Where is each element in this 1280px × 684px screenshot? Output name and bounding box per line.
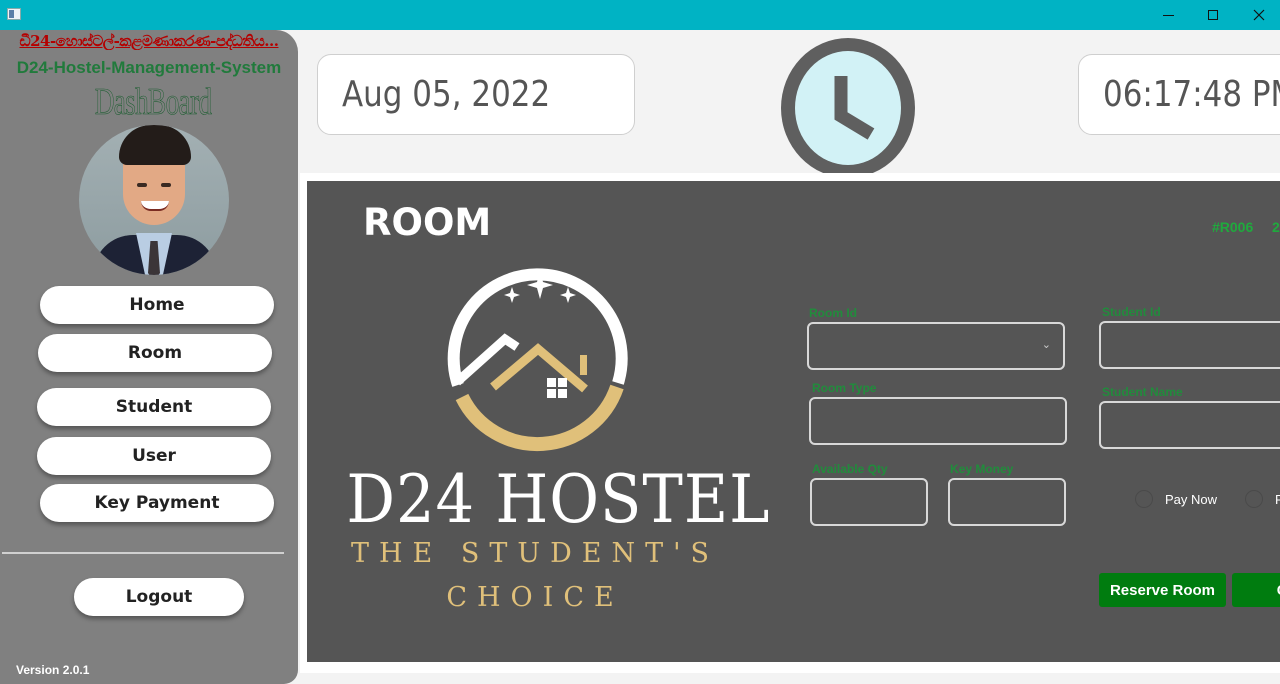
room-panel: ROOM #R006 2 D24 HOSTEL THE STUDENT'S CH… (307, 181, 1280, 662)
logo-tagline-2: CHOICE (446, 582, 624, 613)
nav-room-button[interactable]: Room (38, 334, 272, 372)
key-money-label: Key Money (950, 462, 1014, 476)
avatar (79, 125, 229, 275)
clock-icon (781, 38, 915, 178)
chevron-down-icon: ⌄ (1041, 339, 1051, 351)
room-title: ROOM (363, 201, 492, 244)
radio-circle (1135, 490, 1153, 508)
room-type-label: Room Type (812, 381, 877, 395)
student-name-field[interactable] (1099, 401, 1280, 449)
clear-button[interactable]: Clear (1232, 573, 1280, 607)
pay-later-label: Pay Later (1275, 491, 1280, 507)
time-text: 06:17:48 PM (1103, 74, 1280, 115)
system-title: D24-Hostel-Management-System (16, 58, 282, 77)
reserve-room-button[interactable]: Reserve Room (1099, 573, 1226, 607)
decorative-title: ඩී24-හොස්ටල්-කළමණාකරණ-පද්ධතිය... (19, 32, 279, 50)
student-name-label: Student Name (1102, 385, 1183, 399)
student-id-field[interactable] (1099, 321, 1280, 369)
student-id-label: Student Id (1102, 305, 1161, 319)
sidebar: ඩී24-හොස්ටල්-කළමණාකරණ-පද්ධතිය... D24-Hos… (0, 30, 298, 684)
dashboard-title: DashBoard (94, 81, 212, 123)
logo-tagline-1: THE STUDENT'S (350, 538, 720, 569)
pay-now-radio[interactable]: Pay Now (1135, 490, 1217, 508)
date-text: Aug 05, 2022 (342, 74, 551, 115)
radio-circle (1245, 490, 1263, 508)
reservation-date: 2 (1272, 219, 1280, 235)
maximize-button[interactable] (1190, 0, 1236, 30)
nav-user-button[interactable]: User (37, 437, 271, 475)
nav-key-payment-button[interactable]: Key Payment (40, 484, 274, 522)
title-bar (0, 0, 1280, 30)
pay-later-radio[interactable]: Pay Later (1245, 490, 1280, 508)
nav-student-button[interactable]: Student (37, 388, 271, 426)
pay-now-label: Pay Now (1165, 491, 1218, 507)
key-money-field[interactable] (948, 478, 1066, 526)
close-button[interactable] (1236, 0, 1280, 30)
minimize-button[interactable] (1145, 0, 1191, 30)
close-icon (1253, 9, 1265, 21)
version-label: Version 2.0.1 (16, 663, 90, 677)
reservation-id: #R006 (1212, 219, 1254, 235)
logout-button[interactable]: Logout (74, 578, 244, 616)
available-qty-field[interactable] (810, 478, 928, 526)
time-display: 06:17:48 PM (1078, 54, 1280, 135)
room-id-combobox[interactable]: ⌄ (807, 322, 1065, 370)
sidebar-divider (2, 552, 284, 554)
logo-name: D24 HOSTEL (346, 461, 771, 538)
available-qty-label: Available Qty (812, 462, 888, 476)
room-id-label: Room Id (809, 306, 857, 320)
app-icon (7, 8, 21, 20)
date-display: Aug 05, 2022 (317, 54, 635, 135)
room-type-field[interactable] (809, 397, 1067, 445)
maximize-icon (1208, 10, 1218, 20)
nav-home-button[interactable]: Home (40, 286, 274, 324)
minimize-icon (1162, 14, 1174, 16)
